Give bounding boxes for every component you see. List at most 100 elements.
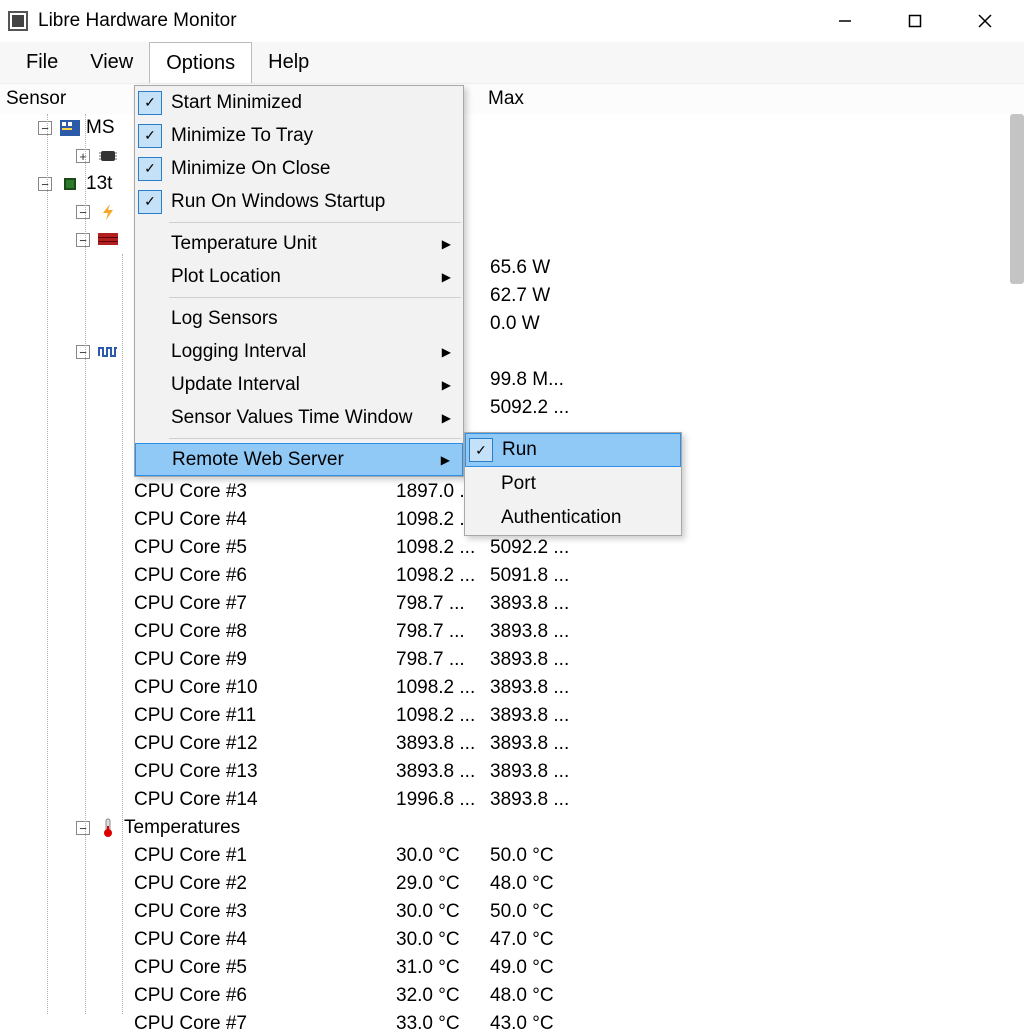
table-row[interactable]: CPU Core #141996.8 ...3893.8 ... — [0, 786, 1024, 814]
collapse-icon[interactable]: − — [76, 345, 90, 359]
table-row[interactable]: CPU Core #531.0 °C49.0 °C — [0, 954, 1024, 982]
maximize-button[interactable] — [900, 6, 930, 36]
sensor-value: 30.0 °C — [396, 901, 492, 923]
menu-label: Start Minimized — [171, 92, 302, 114]
sensor-max: 3893.8 ... — [490, 649, 586, 671]
submenu-run[interactable]: ✓ Run — [465, 433, 681, 467]
menu-options[interactable]: Options — [149, 42, 252, 83]
table-row[interactable]: CPU Core #7798.7 ...3893.8 ... — [0, 590, 1024, 618]
menu-help[interactable]: Help — [252, 42, 325, 83]
menu-label: Log Sensors — [171, 308, 278, 330]
menu-remote-web-server[interactable]: Remote Web Server ▶ — [135, 443, 463, 476]
window-title: Libre Hardware Monitor — [38, 10, 237, 32]
menu-label: Plot Location — [171, 266, 281, 288]
menu-minimize-to-tray[interactable]: ✓ Minimize To Tray — [135, 119, 463, 152]
submenu-port[interactable]: Port — [465, 467, 681, 501]
menu-log-sensors[interactable]: Log Sensors — [135, 302, 463, 335]
sensor-value: 3893.8 ... — [396, 733, 492, 755]
table-row[interactable]: CPU Core #330.0 °C50.0 °C — [0, 898, 1024, 926]
options-dropdown: ✓ Start Minimized ✓ Minimize To Tray ✓ M… — [134, 85, 464, 477]
tree-guide — [85, 114, 86, 1014]
submenu-arrow-icon: ▶ — [442, 270, 451, 284]
sensor-max: 3893.8 ... — [490, 733, 586, 755]
menu-sensor-values-time-window[interactable]: Sensor Values Time Window ▶ — [135, 401, 463, 434]
sensor-label: CPU Core #4 — [134, 509, 247, 531]
sensor-max: 3893.8 ... — [490, 621, 586, 643]
sensor-label: CPU Core #3 — [134, 901, 247, 923]
menu-start-minimized[interactable]: ✓ Start Minimized — [135, 86, 463, 119]
sensor-label: CPU Core #2 — [134, 873, 247, 895]
tree-label: Temperatures — [124, 817, 240, 839]
table-row[interactable]: CPU Core #9798.7 ...3893.8 ... — [0, 646, 1024, 674]
submenu-arrow-icon: ▶ — [442, 411, 451, 425]
menu-label: Temperature Unit — [171, 233, 317, 255]
submenu-arrow-icon: ▶ — [442, 345, 451, 359]
check-icon: ✓ — [138, 190, 162, 214]
sensor-value: 1996.8 ... — [396, 789, 492, 811]
submenu-arrow-icon: ▶ — [442, 237, 451, 251]
sensor-value: 29.0 °C — [396, 873, 492, 895]
table-row[interactable]: CPU Core #101098.2 ...3893.8 ... — [0, 674, 1024, 702]
sensor-value: 1098.2 ... — [396, 537, 492, 559]
sensor-value: 1098.2 ... — [396, 565, 492, 587]
table-row[interactable]: CPU Core #130.0 °C50.0 °C — [0, 842, 1024, 870]
sensor-label: CPU Core #3 — [134, 481, 247, 503]
sensor-value: 1098.2 ... — [396, 705, 492, 727]
submenu-authentication[interactable]: Authentication — [465, 501, 681, 535]
sensor-max: 3893.8 ... — [490, 705, 586, 727]
check-icon: ✓ — [138, 124, 162, 148]
menu-label: Update Interval — [171, 374, 300, 396]
table-row[interactable]: CPU Core #2 29.0 °C48.0 °C — [0, 870, 1024, 898]
menu-label: Remote Web Server — [172, 449, 344, 471]
table-row[interactable]: CPU Core #61098.2 ...5091.8 ... — [0, 562, 1024, 590]
menu-update-interval[interactable]: Update Interval ▶ — [135, 368, 463, 401]
sensor-max: 50.0 °C — [490, 845, 586, 867]
sensor-value: 798.7 ... — [396, 593, 492, 615]
collapse-icon[interactable]: − — [38, 177, 52, 191]
sensor-max: 0.0 W — [490, 313, 586, 335]
table-row[interactable]: CPU Core #430.0 °C47.0 °C — [0, 926, 1024, 954]
menu-logging-interval[interactable]: Logging Interval ▶ — [135, 335, 463, 368]
menu-label: Authentication — [501, 507, 621, 529]
menu-view[interactable]: View — [74, 42, 149, 83]
menu-label: Run — [502, 439, 537, 461]
close-button[interactable] — [970, 6, 1000, 36]
column-max[interactable]: Max — [488, 88, 524, 110]
sensor-label: CPU Core #6 — [134, 985, 247, 1007]
table-row[interactable]: CPU Core #632.0 °C48.0 °C — [0, 982, 1024, 1010]
tree-label: 13t — [86, 173, 112, 195]
menu-temperature-unit[interactable]: Temperature Unit ▶ — [135, 227, 463, 260]
check-icon: ✓ — [138, 91, 162, 115]
sensor-value: 32.0 °C — [396, 985, 492, 1007]
cpu-icon — [58, 174, 82, 194]
sensor-label: CPU Core #13 — [134, 761, 258, 783]
menu-file[interactable]: File — [10, 42, 74, 83]
tree-row-temperatures[interactable]: − Temperatures — [0, 814, 1024, 842]
sensor-label: CPU Core #5 — [134, 537, 247, 559]
sensor-max: 3893.8 ... — [490, 789, 586, 811]
sensor-max: 43.0 °C — [490, 1013, 586, 1029]
table-row[interactable]: CPU Core #123893.8 ...3893.8 ... — [0, 730, 1024, 758]
table-row[interactable]: CPU Core #733.0 °C43.0 °C — [0, 1010, 1024, 1029]
expand-icon[interactable]: + — [76, 149, 90, 163]
menu-minimize-on-close[interactable]: ✓ Minimize On Close — [135, 152, 463, 185]
sensor-value: 1098.2 ... — [396, 677, 492, 699]
sensor-value: 33.0 °C — [396, 1013, 492, 1029]
table-row[interactable]: CPU Core #51098.2 ...5092.2 ... — [0, 534, 1024, 562]
motherboard-icon — [58, 118, 82, 138]
sensor-max: 62.7 W — [490, 285, 586, 307]
minimize-button[interactable] — [830, 6, 860, 36]
menu-run-on-startup[interactable]: ✓ Run On Windows Startup — [135, 185, 463, 218]
table-row[interactable]: CPU Core #133893.8 ...3893.8 ... — [0, 758, 1024, 786]
menu-separator — [169, 438, 461, 439]
vertical-scrollbar[interactable] — [1010, 114, 1024, 284]
collapse-icon[interactable]: − — [76, 821, 90, 835]
collapse-icon[interactable]: − — [76, 233, 90, 247]
collapse-icon[interactable]: − — [76, 205, 90, 219]
table-row[interactable]: CPU Core #8798.7 ...3893.8 ... — [0, 618, 1024, 646]
table-row[interactable]: CPU Core #111098.2 ...3893.8 ... — [0, 702, 1024, 730]
tree-guide — [47, 114, 48, 1014]
menu-plot-location[interactable]: Plot Location ▶ — [135, 260, 463, 293]
sensor-max: 48.0 °C — [490, 873, 586, 895]
collapse-icon[interactable]: − — [38, 121, 52, 135]
